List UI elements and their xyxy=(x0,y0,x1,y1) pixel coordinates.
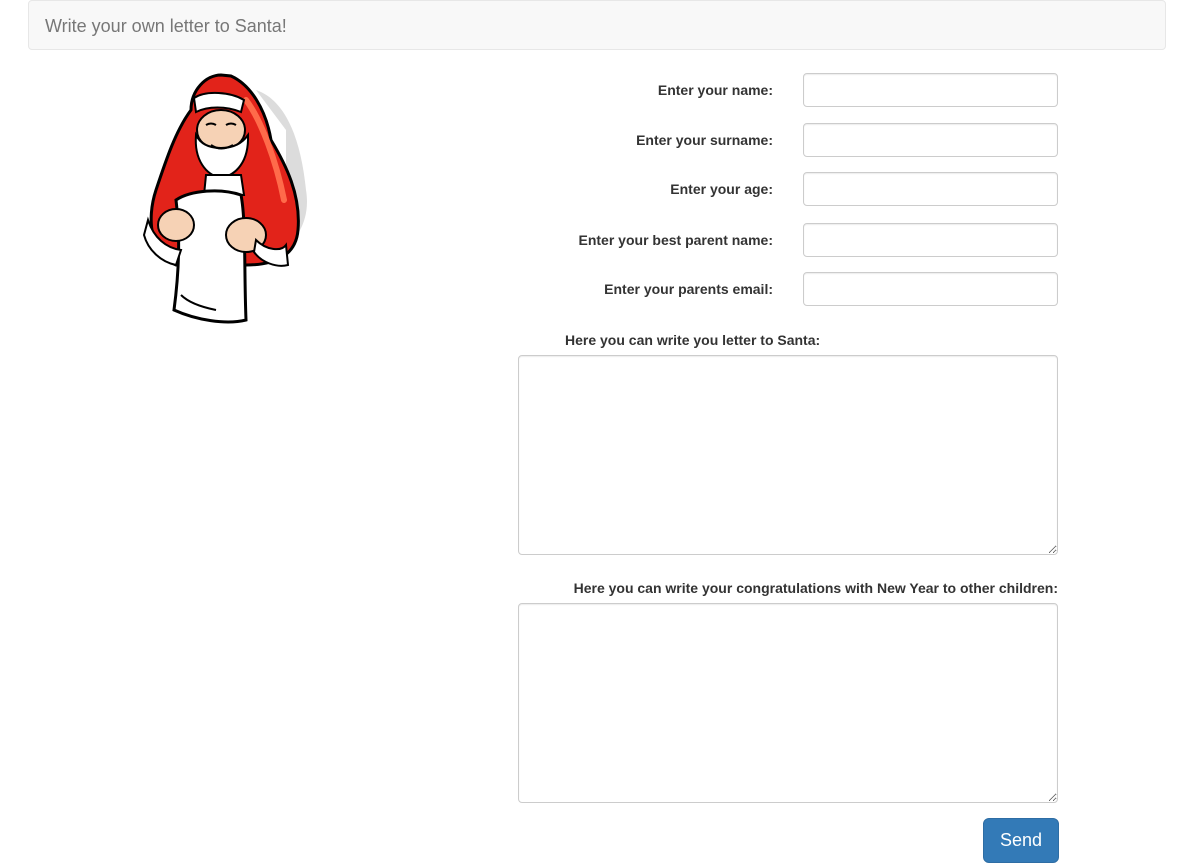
santa-illustration xyxy=(142,73,307,324)
surname-label: Enter your surname: xyxy=(636,132,773,148)
surname-input[interactable] xyxy=(803,123,1058,157)
letter-textarea[interactable] xyxy=(518,355,1058,555)
parent-name-label: Enter your best parent name: xyxy=(578,232,774,248)
age-input[interactable] xyxy=(803,172,1058,206)
navbar: Write your own letter to Santa! xyxy=(28,0,1166,50)
name-input[interactable] xyxy=(803,73,1058,107)
parent-email-input[interactable] xyxy=(803,272,1058,306)
congrats-textarea[interactable] xyxy=(518,603,1058,803)
navbar-brand[interactable]: Write your own letter to Santa! xyxy=(45,16,287,37)
parent-email-label: Enter your parents email: xyxy=(604,281,773,297)
congrats-label: Here you can write your congratulations … xyxy=(573,580,1058,596)
parent-name-input[interactable] xyxy=(803,223,1058,257)
name-label: Enter your name: xyxy=(657,82,773,98)
letter-label: Here you can write you letter to Santa: xyxy=(565,332,821,348)
age-label: Enter your age: xyxy=(670,181,773,197)
send-button[interactable]: Send xyxy=(983,818,1059,863)
